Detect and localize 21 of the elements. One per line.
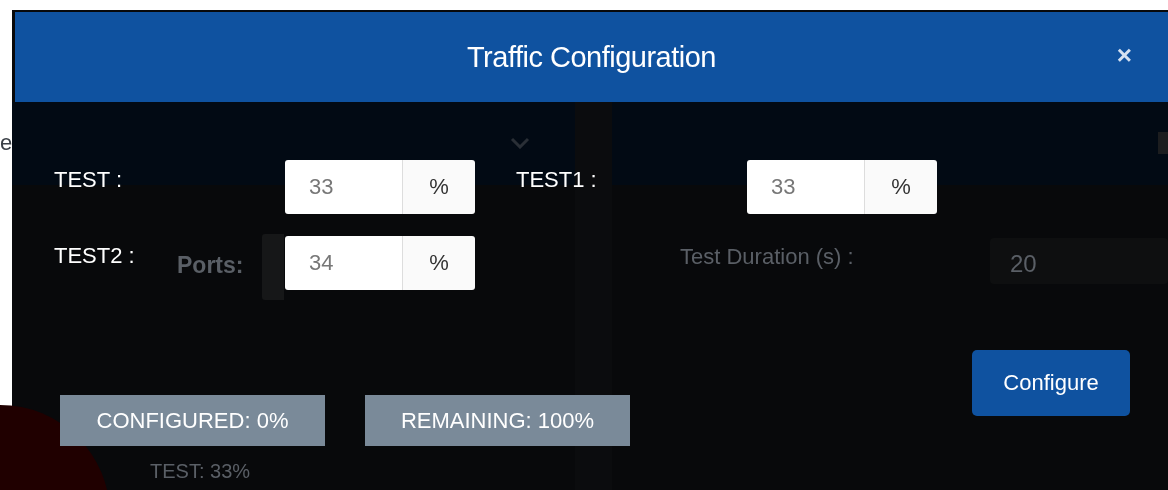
unit-addon: % — [403, 160, 475, 214]
field-label: TEST1 : — [516, 167, 597, 193]
unit-addon: % — [865, 160, 937, 214]
status-badge: REMAINING: 100% — [365, 395, 630, 446]
modal-title: Traffic Configuration — [467, 40, 716, 74]
duration-field: 20 — [990, 238, 1168, 284]
chevron-icon — [510, 137, 530, 149]
close-button[interactable]: × — [1116, 42, 1132, 68]
legend-item: TEST: 33% — [150, 460, 251, 483]
field-label: TEST : — [54, 167, 123, 193]
configure-button[interactable]: Configure — [972, 350, 1130, 416]
field-label: TEST2 : — [54, 243, 135, 269]
percent-input[interactable]: 33 — [747, 160, 865, 214]
status-badge: CONFIGURED: 0% — [60, 395, 325, 446]
backdrop-text: e — [0, 130, 13, 156]
ports-field — [262, 234, 284, 300]
duration-label: Test Duration (s) : — [680, 244, 854, 270]
ports-label: Ports: — [177, 252, 244, 279]
percent-input[interactable]: 33 — [285, 160, 403, 214]
percent-input[interactable]: 34 — [285, 236, 403, 290]
unit-addon: % — [403, 236, 475, 290]
